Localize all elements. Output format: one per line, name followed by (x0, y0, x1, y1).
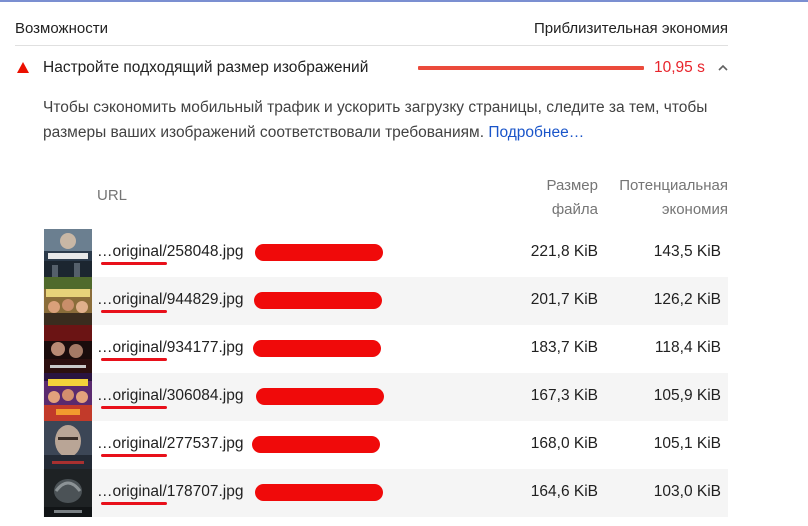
annotation-underline (101, 406, 167, 409)
image-url-link[interactable]: …original/934177.jpg (97, 339, 244, 357)
file-size-cell: 168,0 KiB (530, 435, 598, 452)
image-url-link[interactable]: …original/277537.jpg (97, 435, 244, 453)
audit-title: Настройте подходящий размер изображений (43, 59, 369, 76)
redaction-mark (255, 484, 383, 501)
annotation-underline (101, 310, 167, 313)
image-url-link[interactable]: …original/258048.jpg (97, 243, 244, 261)
redaction-mark (255, 244, 383, 261)
learn-more-link[interactable]: Подробнее… (488, 124, 584, 141)
savings-bar (418, 66, 644, 70)
file-size-cell: 183,7 KiB (530, 339, 598, 356)
potential-savings-cell: 105,1 KiB (653, 435, 721, 452)
image-thumbnail (44, 229, 92, 277)
file-size-cell: 164,6 KiB (530, 483, 598, 500)
image-thumbnail (44, 277, 92, 325)
file-size-cell: 201,7 KiB (530, 291, 598, 308)
chevron-up-icon[interactable] (715, 60, 731, 76)
image-url-link[interactable]: …original/944829.jpg (97, 291, 244, 309)
annotation-underline (101, 502, 167, 505)
column-header-savings: Потенциальная экономия (619, 177, 728, 218)
warning-triangle-icon (17, 62, 29, 73)
redaction-mark (254, 292, 382, 309)
redaction-mark (256, 388, 384, 405)
potential-savings-cell: 103,0 KiB (653, 483, 721, 500)
redaction-mark (253, 340, 381, 357)
image-thumbnail (44, 469, 92, 517)
image-url-link[interactable]: …original/178707.jpg (97, 483, 244, 501)
potential-savings-cell: 118,4 KiB (654, 339, 721, 356)
table-row[interactable]: …original/944829.jpg 201,7 KiB 126,2 KiB (43, 277, 728, 325)
file-size-cell: 167,3 KiB (530, 387, 598, 404)
image-thumbnail (44, 421, 92, 469)
audit-description: Чтобы сэкономить мобильный трафик и уско… (43, 95, 723, 145)
opportunities-label: Возможности (15, 20, 108, 37)
potential-savings-cell: 143,5 KiB (653, 243, 721, 260)
annotation-underline (101, 454, 167, 457)
column-header-url: URL (97, 187, 128, 204)
file-size-cell: 221,8 KiB (530, 243, 598, 260)
table-row[interactable]: …original/258048.jpg 221,8 KiB 143,5 KiB (43, 229, 728, 277)
table-row[interactable]: …original/306084.jpg 167,3 KiB 105,9 KiB (43, 373, 728, 421)
redaction-mark (252, 436, 380, 453)
table-row[interactable]: …original/178707.jpg 164,6 KiB 103,0 KiB (43, 469, 728, 517)
annotation-underline (101, 262, 167, 265)
audit-properly-size-images[interactable]: Настройте подходящий размер изображений … (15, 52, 728, 84)
column-header-size: Размер файла (546, 177, 598, 218)
estimated-savings-label: Приблизительная экономия (533, 20, 728, 37)
annotation-underline (101, 358, 167, 361)
opportunities-header: Возможности Приблизительная экономия (15, 18, 728, 46)
potential-savings-cell: 105,9 KiB (653, 387, 721, 404)
image-url-link[interactable]: …original/306084.jpg (97, 387, 244, 405)
audit-savings-value: 10,95 s (654, 59, 705, 76)
top-divider (0, 0, 808, 2)
table-row[interactable]: …original/934177.jpg 183,7 KiB 118,4 KiB (43, 325, 728, 373)
potential-savings-cell: 126,2 KiB (653, 291, 721, 308)
image-thumbnail (44, 325, 92, 373)
description-text: Чтобы сэкономить мобильный трафик и уско… (43, 99, 708, 141)
table-row[interactable]: …original/277537.jpg 168,0 KiB 105,1 KiB (43, 421, 728, 469)
image-thumbnail (44, 373, 92, 421)
